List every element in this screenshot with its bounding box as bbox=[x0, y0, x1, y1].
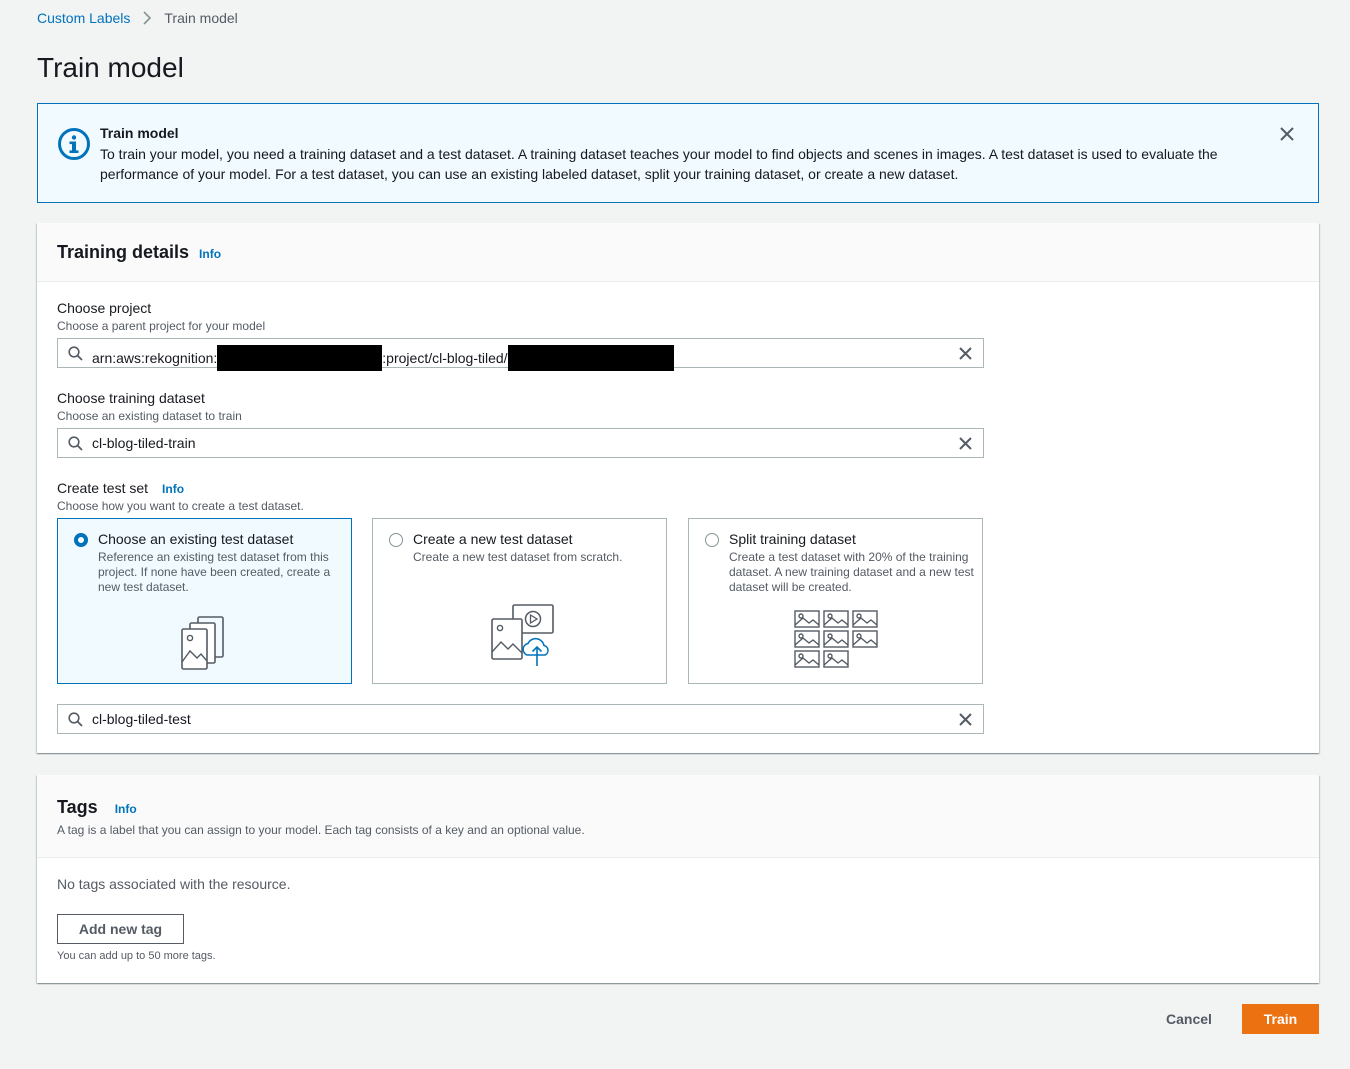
test-dataset-search-input[interactable]: cl-blog-tiled-test bbox=[57, 704, 984, 734]
cancel-button[interactable]: Cancel bbox=[1150, 1004, 1228, 1034]
training-details-info-link[interactable]: Info bbox=[199, 247, 221, 261]
tile-new-test-dataset[interactable]: Create a new test dataset Create a new t… bbox=[372, 518, 667, 684]
test-set-label: Create test set bbox=[57, 480, 149, 496]
flash-body: To train your model, you need a training… bbox=[100, 146, 1218, 182]
redacted-project-id bbox=[507, 345, 674, 371]
tags-panel: Tags Info A tag is a label that you can … bbox=[37, 775, 1319, 983]
no-tags-text: No tags associated with the resource. bbox=[57, 876, 291, 892]
project-value: arn:aws:rekognition: :project/cl-blog-til… bbox=[92, 345, 674, 371]
clear-icon[interactable] bbox=[958, 436, 973, 451]
search-icon bbox=[68, 436, 83, 451]
info-flashbar: Train model To train your model, you nee… bbox=[37, 103, 1319, 203]
add-new-tag-button[interactable]: Add new tag bbox=[57, 914, 184, 944]
training-details-panel: Training details Info Choose project Cho… bbox=[37, 223, 1319, 753]
radio-existing-test-dataset[interactable] bbox=[74, 533, 88, 547]
search-icon bbox=[68, 712, 83, 727]
close-icon[interactable] bbox=[1278, 125, 1296, 143]
tags-info-link[interactable]: Info bbox=[115, 802, 137, 816]
breadcrumb-custom-labels-link[interactable]: Custom Labels bbox=[37, 10, 130, 26]
page-title: Train model bbox=[37, 52, 184, 83]
training-dataset-description: Choose an existing dataset to train bbox=[57, 409, 242, 423]
project-arn-middle: :project/cl-blog-tiled/ bbox=[382, 350, 508, 366]
test-set-description: Choose how you want to create a test dat… bbox=[57, 499, 304, 513]
tags-header: Tags Info A tag is a label that you can … bbox=[37, 775, 1319, 858]
training-details-header: Training details Info bbox=[37, 223, 1319, 282]
flash-title: Train model bbox=[100, 125, 179, 141]
tile-existing-test-dataset[interactable]: Choose an existing test dataset Referenc… bbox=[57, 518, 352, 684]
radio-split-training-dataset[interactable] bbox=[705, 533, 719, 547]
project-search-input[interactable]: arn:aws:rekognition: :project/cl-blog-til… bbox=[57, 338, 984, 371]
tags-title: Tags bbox=[57, 797, 98, 817]
train-button[interactable]: Train bbox=[1242, 1004, 1319, 1034]
tile-description: Create a test dataset with 20% of the tr… bbox=[729, 550, 974, 594]
tile-label: Split training dataset bbox=[729, 531, 856, 547]
tile-split-training-dataset[interactable]: Split training dataset Create a test dat… bbox=[688, 518, 983, 684]
test-set-label-row: Create test set Info bbox=[57, 480, 184, 496]
redacted-account-id bbox=[217, 345, 383, 371]
search-icon bbox=[68, 346, 83, 361]
tags-limit-hint: You can add up to 50 more tags. bbox=[57, 950, 216, 962]
tile-description: Create a new test dataset from scratch. bbox=[413, 550, 623, 564]
tile-label: Choose an existing test dataset bbox=[98, 531, 294, 547]
project-label: Choose project bbox=[57, 300, 152, 316]
chevron-right-icon bbox=[142, 11, 152, 25]
radio-new-test-dataset[interactable] bbox=[389, 533, 403, 547]
tile-description: Reference an existing test dataset from … bbox=[98, 550, 331, 594]
clear-icon[interactable] bbox=[958, 712, 973, 727]
test-set-info-link[interactable]: Info bbox=[162, 482, 184, 496]
project-description: Choose a parent project for your model bbox=[57, 319, 266, 333]
project-arn-prefix: arn:aws:rekognition: bbox=[92, 350, 218, 366]
upload-media-icon bbox=[489, 603, 555, 674]
training-dataset-search-input[interactable]: cl-blog-tiled-train bbox=[57, 428, 984, 458]
breadcrumb: Custom Labels Train model bbox=[37, 10, 238, 26]
clear-icon[interactable] bbox=[958, 346, 973, 361]
stacked-images-icon bbox=[179, 615, 225, 676]
tags-description: A tag is a label that you can assign to … bbox=[57, 823, 585, 837]
training-details-title: Training details bbox=[57, 242, 190, 262]
info-icon bbox=[57, 127, 91, 161]
tile-label: Create a new test dataset bbox=[413, 531, 573, 547]
test-dataset-value: cl-blog-tiled-test bbox=[92, 711, 191, 727]
training-dataset-label: Choose training dataset bbox=[57, 390, 205, 406]
image-grid-icon bbox=[793, 609, 879, 674]
training-dataset-value: cl-blog-tiled-train bbox=[92, 435, 196, 451]
breadcrumb-current: Train model bbox=[164, 10, 238, 26]
